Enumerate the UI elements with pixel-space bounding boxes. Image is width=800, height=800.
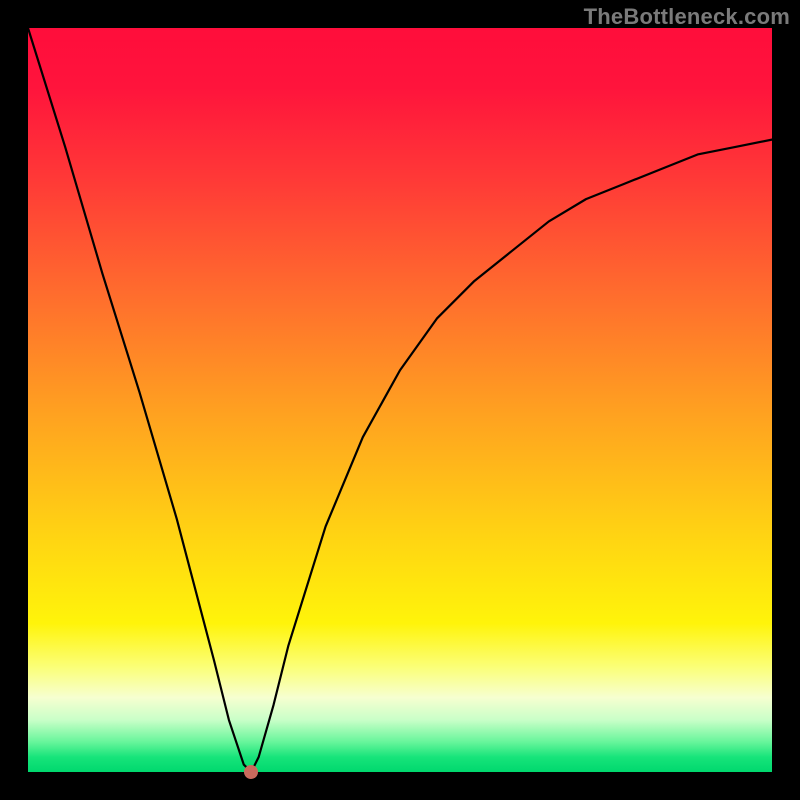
min-marker-dot [244, 765, 258, 779]
plot-area [28, 28, 772, 772]
watermark-text: TheBottleneck.com [584, 4, 790, 30]
chart-frame: TheBottleneck.com [0, 0, 800, 800]
bottleneck-curve-path [28, 28, 772, 772]
curve-svg [28, 28, 772, 772]
